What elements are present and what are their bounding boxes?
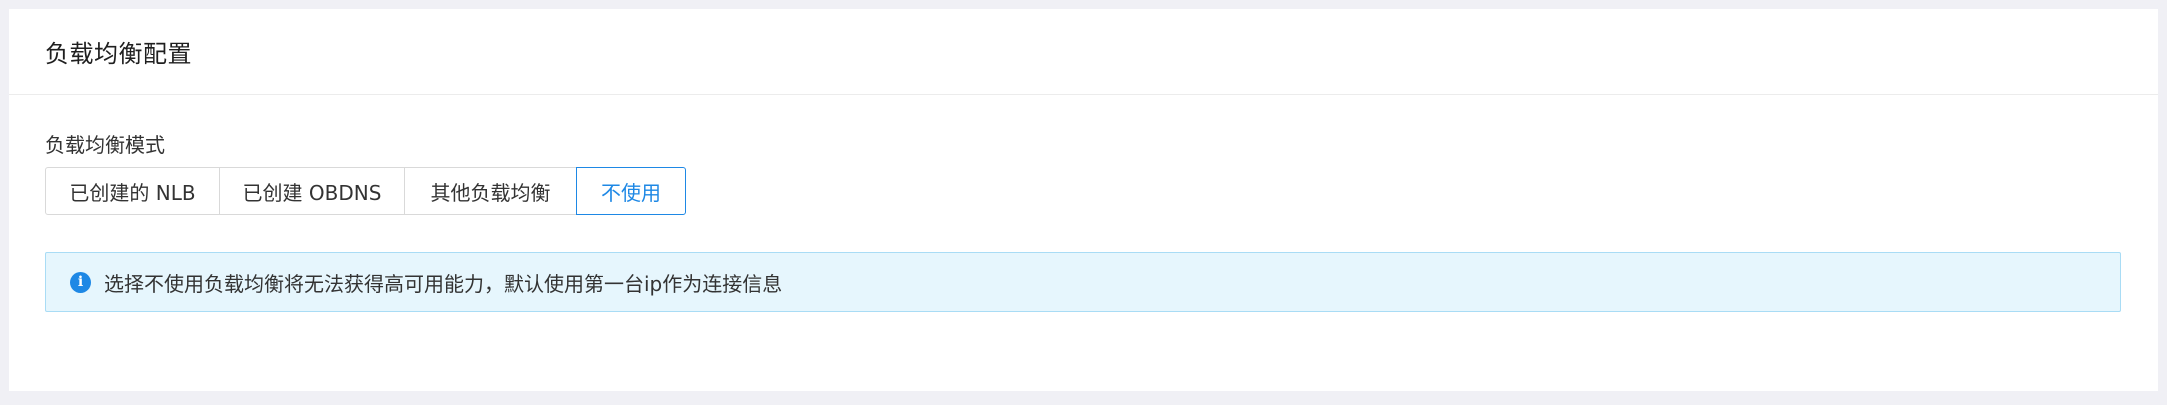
alert-text: 选择不使用负载均衡将无法获得高可用能力，默认使用第一台ip作为连接信息: [104, 271, 783, 296]
mode-label: 负载均衡模式: [45, 133, 165, 157]
option-other-lb[interactable]: 其他负载均衡: [404, 167, 577, 215]
card-title: 负载均衡配置: [45, 40, 192, 68]
option-created-obdns[interactable]: 已创建 OBDNS: [219, 167, 405, 215]
card-body: 负载均衡模式 已创建的 NLB 已创建 OBDNS 其他负载均衡 不使用 i 选…: [9, 133, 2158, 312]
info-icon: i: [70, 271, 91, 293]
load-balancer-config-card: 负载均衡配置 负载均衡模式 已创建的 NLB 已创建 OBDNS 其他负载均衡 …: [9, 9, 2158, 391]
mode-segmented-control: 已创建的 NLB 已创建 OBDNS 其他负载均衡 不使用: [45, 167, 2122, 215]
card-header: 负载均衡配置: [9, 9, 2158, 95]
option-none[interactable]: 不使用: [576, 167, 686, 215]
option-created-nlb[interactable]: 已创建的 NLB: [45, 167, 220, 215]
info-alert: i 选择不使用负载均衡将无法获得高可用能力，默认使用第一台ip作为连接信息: [45, 252, 2121, 312]
